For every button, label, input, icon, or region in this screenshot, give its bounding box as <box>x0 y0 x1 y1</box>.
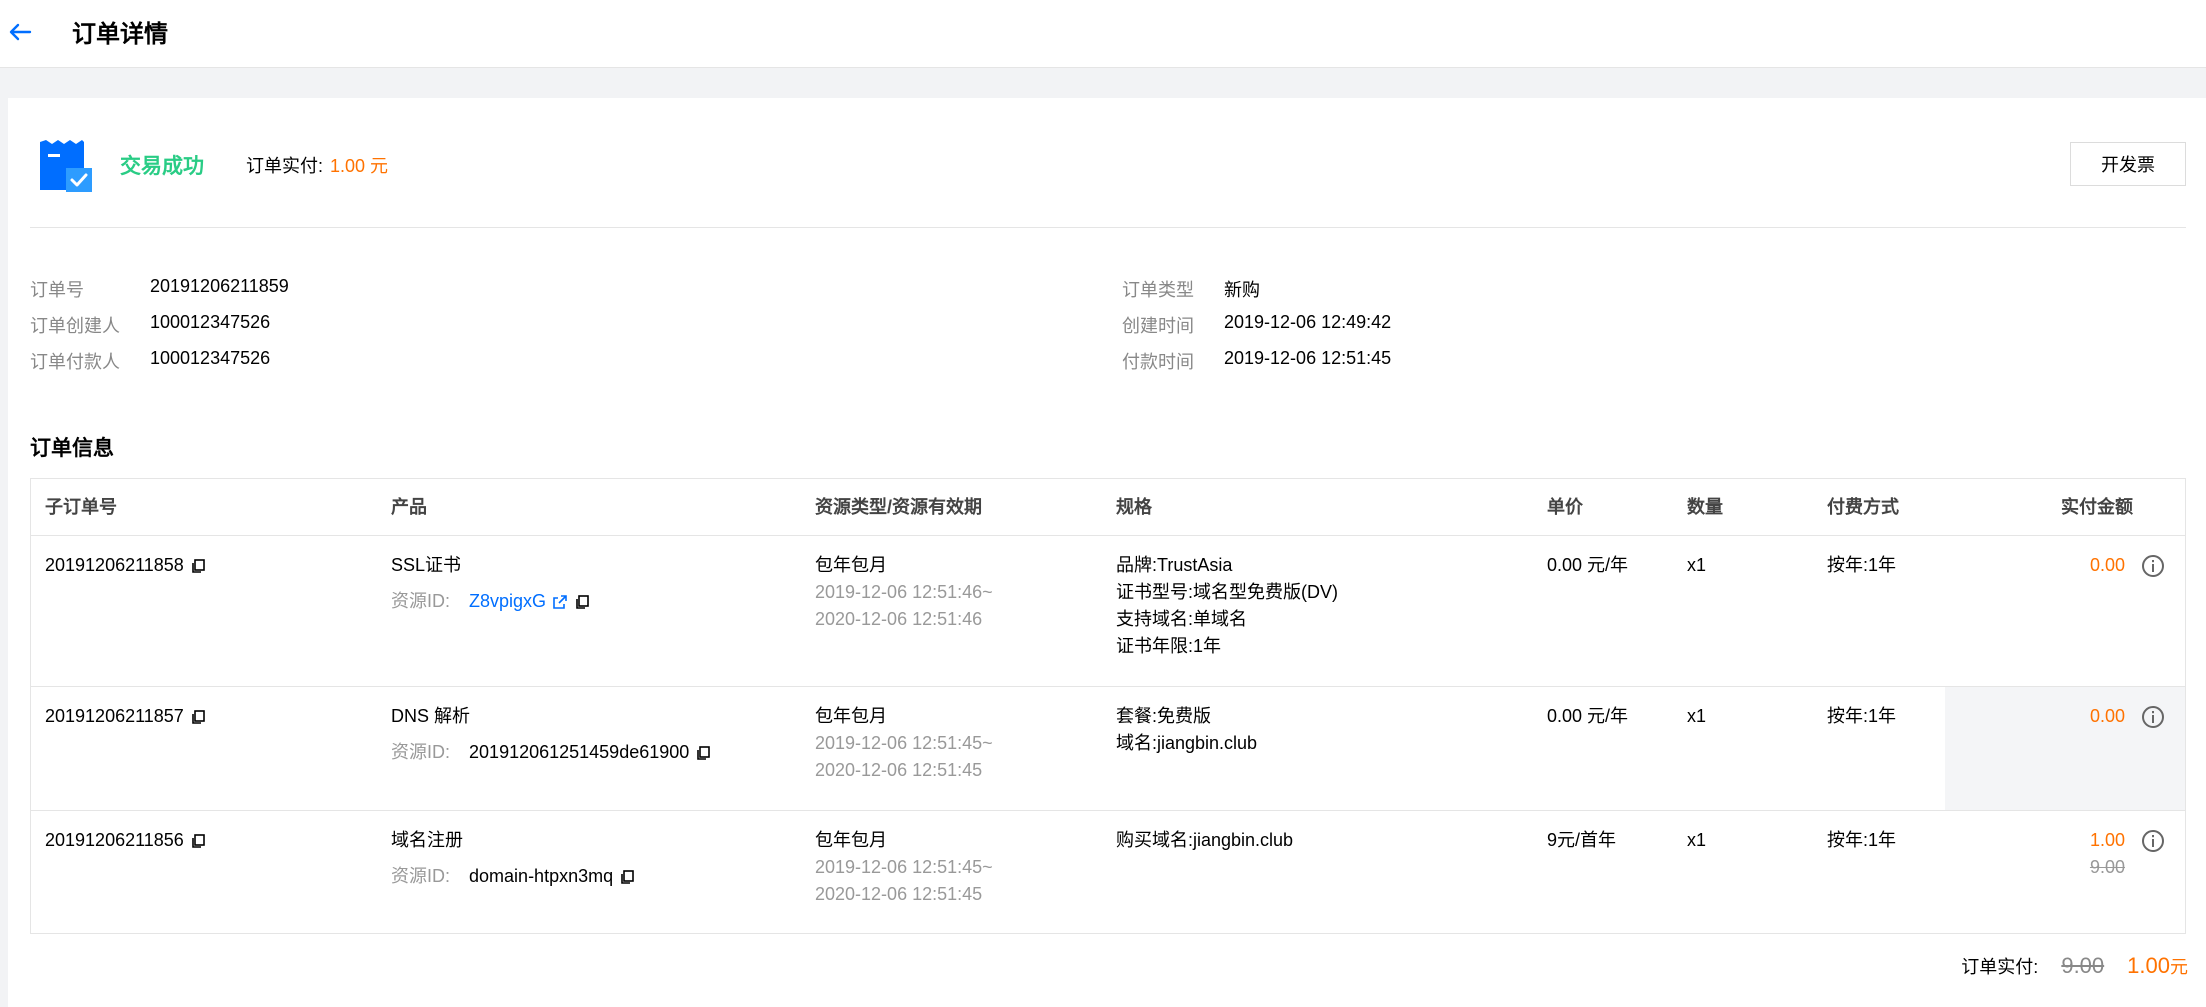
back-arrow-icon[interactable] <box>6 18 34 46</box>
paid-amount: 0.00 <box>2089 555 2125 575</box>
column-header: 资源类型/资源有效期 <box>815 497 983 517</box>
sub-order-table: 子订单号 产品 资源类型/资源有效期 规格 单价 数量 付费方式 实付金额 20… <box>30 478 2186 934</box>
receipt-check-icon <box>40 140 92 192</box>
sub-order-number: 20191206211856 <box>45 830 184 850</box>
paid-amount: 1.00 <box>2089 830 2125 850</box>
product-name: 域名注册 <box>391 830 463 850</box>
column-header: 产品 <box>391 497 427 517</box>
resource-id-cell: 资源ID: domain-htpxn3mq <box>391 863 635 890</box>
resource-id-text: domain-htpxn3mq <box>469 866 614 886</box>
meta-label: 订单付款人 <box>30 352 120 372</box>
spec-line: 证书年限:1年 <box>1116 636 1222 656</box>
copy-icon[interactable] <box>190 558 206 574</box>
table-row: 20191206211857 DNS 解析 资源ID: 201912061251… <box>31 686 2185 810</box>
sub-order-number: 20191206211858 <box>45 555 184 575</box>
spec-line: 支持域名:单域名 <box>1116 609 1248 629</box>
resource-type: 包年包月 <box>815 555 887 575</box>
order-meta-right: 订单类型 新购 创建时间 2019-12-06 12:49:42 付款时间 20… <box>1122 276 1822 372</box>
product-name: DNS 解析 <box>391 706 471 726</box>
resource-type: 包年包月 <box>815 706 887 726</box>
billing-method: 按年:1年 <box>1827 555 1897 575</box>
top-bar: 订单详情 <box>0 0 2206 68</box>
resource-id-text: 201912061251459de61900 <box>469 742 690 762</box>
resource-id-label: 资源ID: <box>391 866 451 886</box>
external-link-icon[interactable] <box>552 594 568 610</box>
column-header: 规格 <box>1116 497 1152 517</box>
quantity: x1 <box>1687 555 1707 575</box>
column-header: 数量 <box>1687 497 1723 517</box>
resource-id-label: 资源ID: <box>391 742 451 762</box>
period-start: 2019-12-06 12:51:45~ <box>815 857 993 877</box>
invoice-button[interactable]: 开发票 <box>2070 142 2186 186</box>
copy-icon[interactable] <box>695 745 711 761</box>
copy-icon[interactable] <box>619 869 635 885</box>
resource-id-cell: 资源ID: 201912061251459de61900 <box>391 739 711 766</box>
copy-icon[interactable] <box>190 709 206 725</box>
sub-order-cell: 20191206211856 <box>45 827 206 854</box>
unit-price: 0.00 元/年 <box>1547 706 1629 726</box>
table-row: 20191206211858 SSL证书 资源ID: Z8vpigxG 包年包月… <box>31 535 2185 686</box>
column-header: 实付金额 <box>2061 497 2133 517</box>
order-total: 订单实付: 9.00 1.00元 <box>1961 953 2188 979</box>
order-number: 20191206211859 <box>150 276 289 296</box>
period-end: 2020-12-06 12:51:46 <box>815 609 983 629</box>
resource-id-label: 资源ID: <box>391 591 451 611</box>
unit-price: 9元/首年 <box>1547 830 1617 850</box>
order-payer: 100012347526 <box>150 348 271 368</box>
copy-icon[interactable] <box>574 594 590 610</box>
spec-line: 套餐:免费版 <box>1116 706 1212 726</box>
sub-order-cell: 20191206211858 <box>45 552 206 579</box>
meta-label: 订单类型 <box>1122 280 1194 300</box>
order-type: 新购 <box>1224 280 1260 300</box>
period-end: 2020-12-06 12:51:45 <box>815 884 983 904</box>
unit-price: 0.00 元/年 <box>1547 555 1629 575</box>
period-end: 2020-12-06 12:51:45 <box>815 760 983 780</box>
order-meta-left: 订单号 20191206211859 订单创建人 100012347526 订单… <box>30 276 730 372</box>
spec-line: 品牌:TrustAsia <box>1116 555 1233 575</box>
spec-line: 证书型号:域名型免费版(DV) <box>1116 582 1338 602</box>
original-amount: 9.00 <box>2089 857 2125 877</box>
spec-line: 购买域名:jiangbin.club <box>1116 830 1294 850</box>
product-name: SSL证书 <box>391 555 462 575</box>
column-header: 子订单号 <box>45 497 117 517</box>
period-start: 2019-12-06 12:51:46~ <box>815 582 993 602</box>
quantity: x1 <box>1687 830 1707 850</box>
resource-id-cell: 资源ID: Z8vpigxG <box>391 588 590 615</box>
billing-method: 按年:1年 <box>1827 706 1897 726</box>
info-icon[interactable] <box>2141 705 2165 729</box>
column-header: 单价 <box>1547 497 1583 517</box>
sub-order-cell: 20191206211857 <box>45 703 206 730</box>
status-text: 交易成功 <box>120 155 204 178</box>
meta-label: 创建时间 <box>1122 316 1194 336</box>
sub-order-number: 20191206211857 <box>45 706 184 726</box>
meta-label: 订单号 <box>30 280 84 300</box>
paid-time: 2019-12-06 12:51:45 <box>1224 348 1392 368</box>
meta-label: 付款时间 <box>1122 352 1194 372</box>
total-label: 订单实付: <box>1961 957 2039 977</box>
billing-method: 按年:1年 <box>1827 830 1897 850</box>
section-title: 订单信息 <box>30 437 114 460</box>
column-header: 付费方式 <box>1827 497 1899 517</box>
resource-id-link[interactable]: Z8vpigxG <box>469 591 546 611</box>
paid-label: 订单实付: <box>246 156 324 176</box>
period-start: 2019-12-06 12:51:45~ <box>815 733 993 753</box>
info-icon[interactable] <box>2141 829 2165 853</box>
paid-value: 1.00 元 <box>330 156 389 176</box>
info-icon[interactable] <box>2141 554 2165 578</box>
status-row: 交易成功 订单实付: 1.00 元 开发票 <box>30 138 2186 228</box>
resource-type: 包年包月 <box>815 830 887 850</box>
table-row: 20191206211856 域名注册 资源ID: domain-htpxn3m… <box>31 810 2185 933</box>
total-unit: 元 <box>2170 957 2188 977</box>
order-detail-card: 交易成功 订单实付: 1.00 元 开发票 订单号 20191206211859… <box>8 98 2206 1007</box>
quantity: x1 <box>1687 706 1707 726</box>
total-original: 9.00 <box>2061 953 2105 978</box>
created-time: 2019-12-06 12:49:42 <box>1224 312 1392 332</box>
paid-amount: 0.00 <box>2089 706 2125 726</box>
meta-label: 订单创建人 <box>30 316 120 336</box>
spec-line: 域名:jiangbin.club <box>1116 733 1258 753</box>
total-paid: 1.00 <box>2127 953 2170 978</box>
page-title: 订单详情 <box>72 21 168 48</box>
order-creator: 100012347526 <box>150 312 271 332</box>
copy-icon[interactable] <box>190 833 206 849</box>
